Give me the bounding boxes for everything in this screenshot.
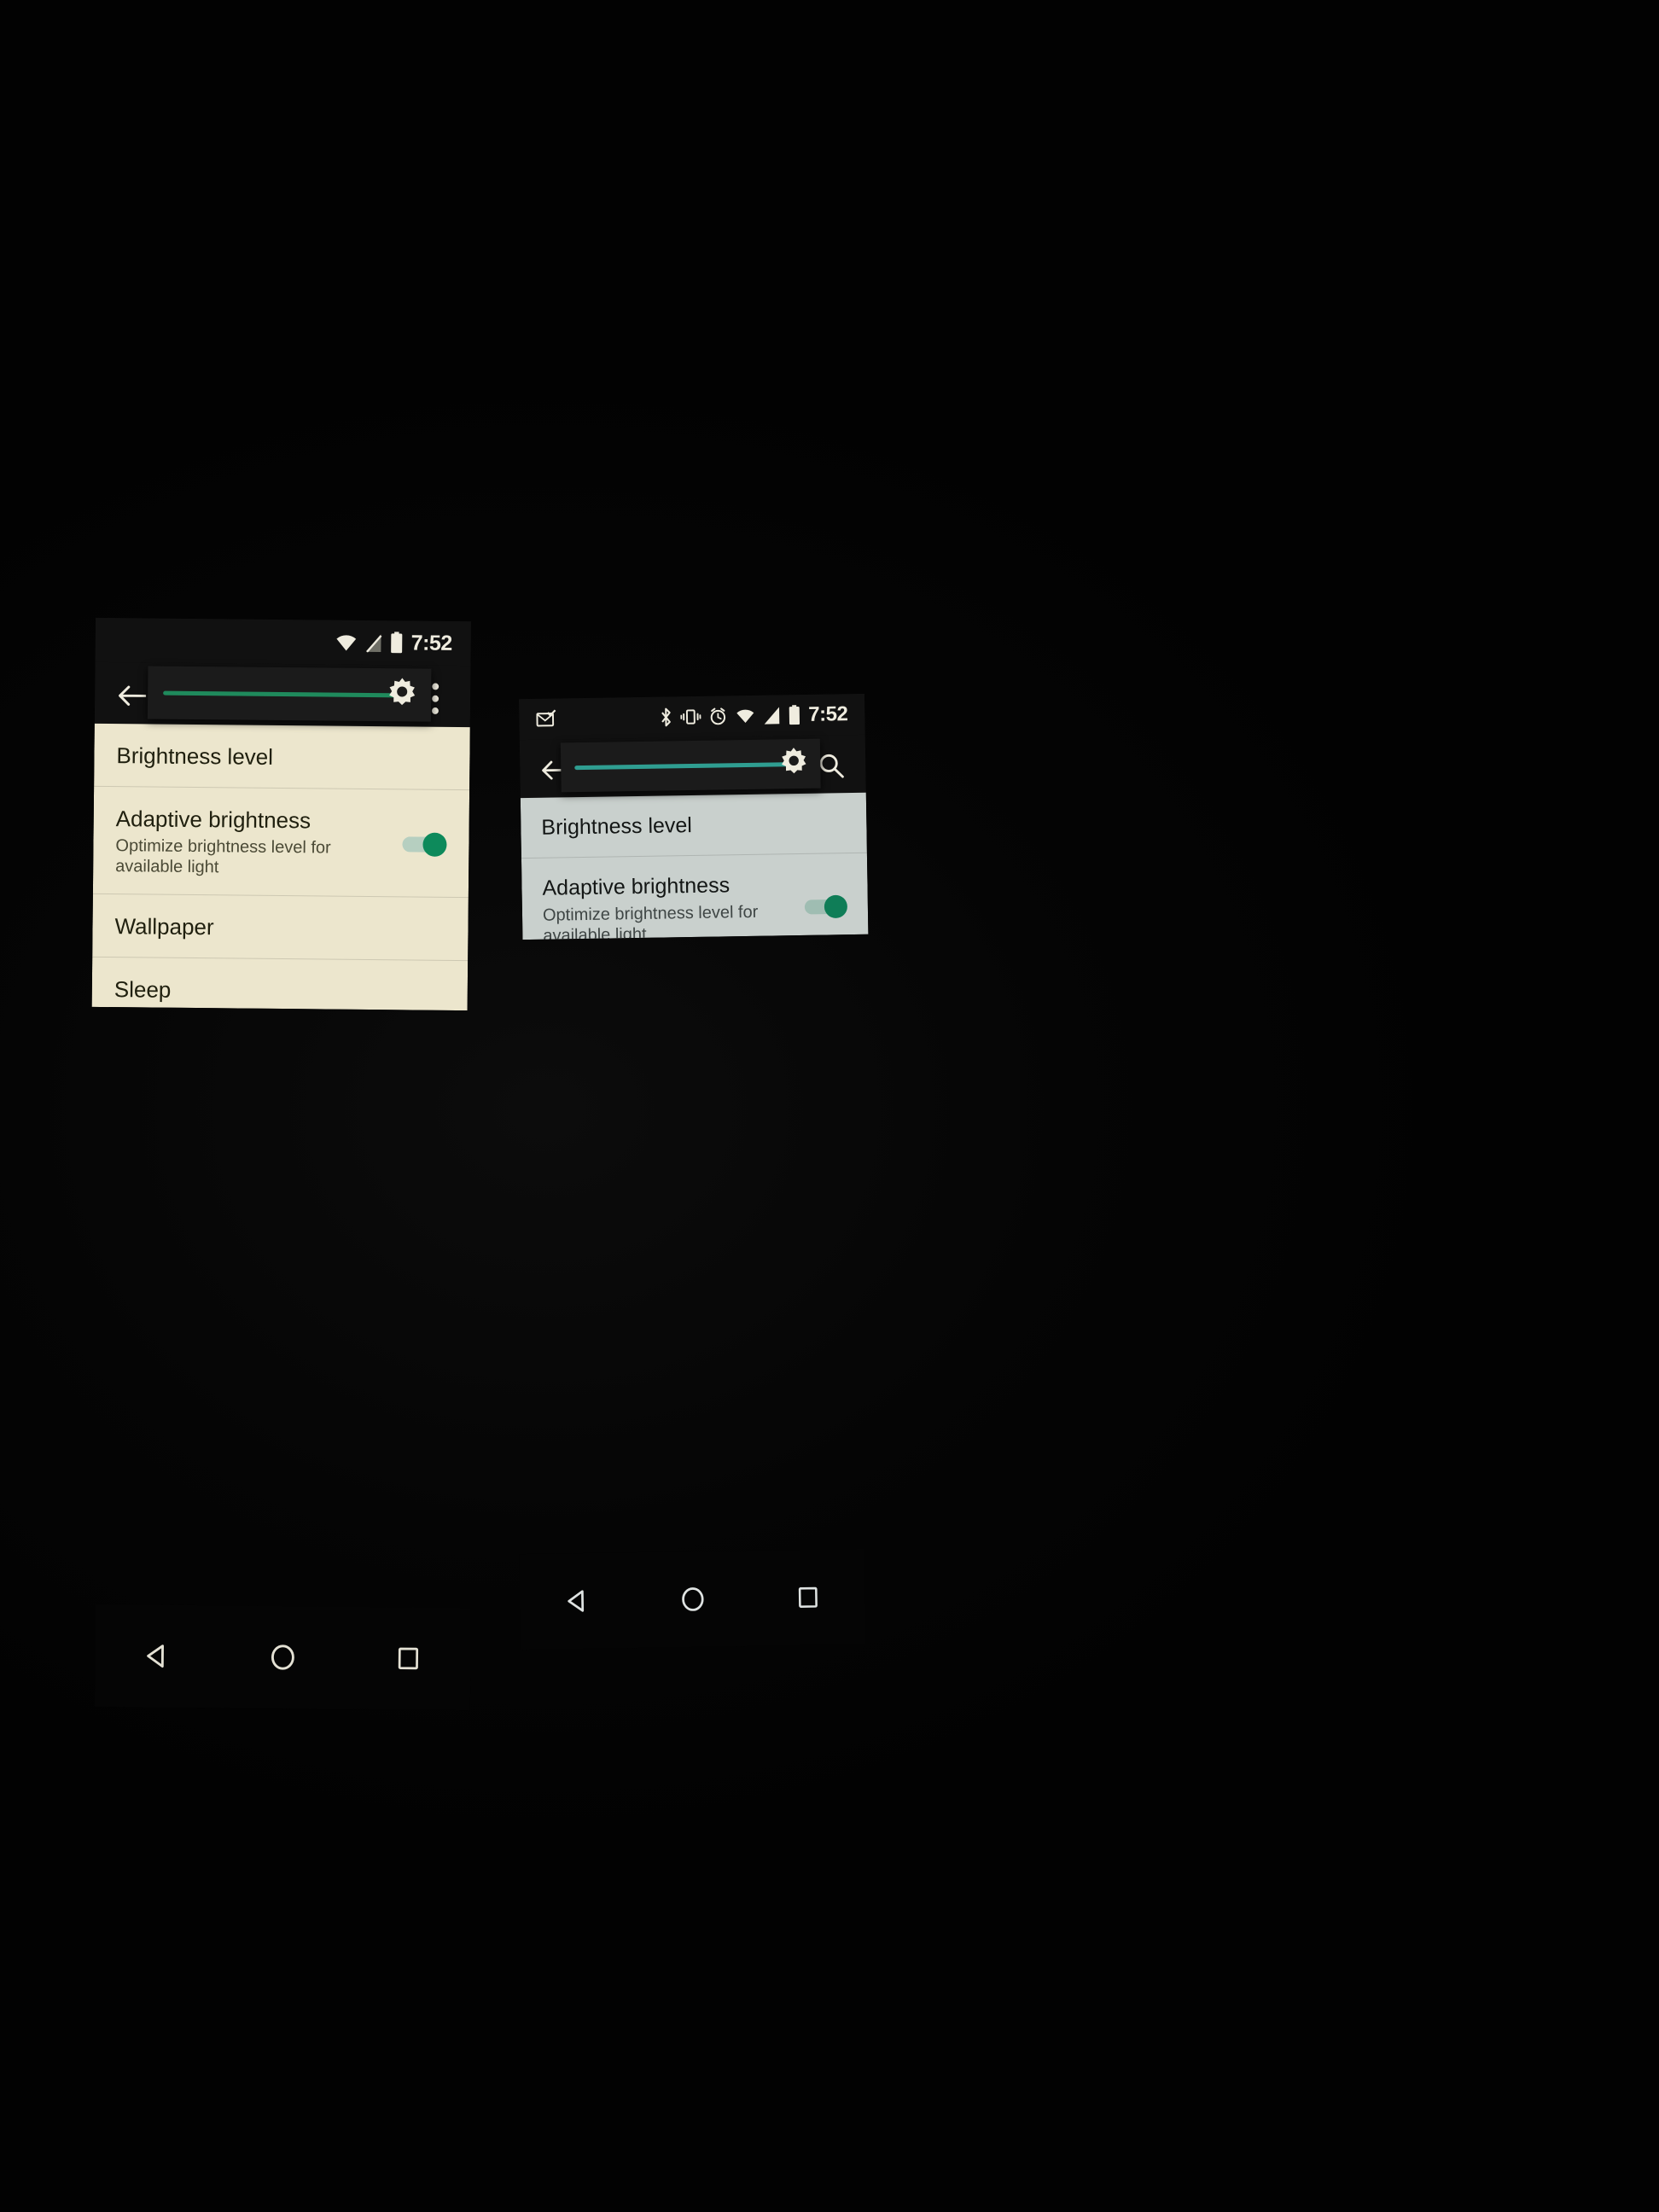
wifi-icon	[336, 635, 357, 651]
list-item[interactable]: Adaptive brightness Optimize brightness …	[92, 785, 470, 898]
row-title: Brightness level	[116, 742, 274, 770]
phone-left: 7:52 Brightness level Adaptive brightnes…	[91, 617, 471, 1011]
row-text: Brightness level	[116, 742, 447, 771]
toggle-knob	[422, 832, 447, 857]
mail-icon	[536, 709, 556, 727]
row-text: Adaptive brightness Optimize brightness …	[542, 871, 805, 940]
phone-right-brightness-popup[interactable]	[560, 738, 821, 793]
row-title: Adaptive brightness	[542, 872, 731, 900]
row-title: Brightness level	[541, 813, 693, 840]
phone-right-status-left-icons	[536, 709, 556, 728]
phone-right: 7:52 Brightness level Adaptive brightnes…	[519, 693, 869, 940]
brightness-slider[interactable]	[574, 748, 806, 774]
row-title: Sleep	[114, 976, 172, 1003]
phone-right-status-time: 7:52	[808, 702, 848, 726]
signal-off-icon	[365, 634, 382, 653]
phone-left-status-time: 7:52	[410, 630, 452, 655]
row-subtitle: Optimize brightness level for available …	[115, 836, 331, 877]
row-subtitle: Optimize brightness level for available …	[542, 902, 759, 940]
list-item[interactable]: Brightness level	[521, 793, 867, 858]
alarm-icon	[710, 707, 726, 725]
brightness-slider-fill	[163, 690, 403, 697]
toggle-knob	[824, 894, 848, 918]
battery-icon	[789, 705, 800, 725]
row-text: Sleep After 30 seconds of inactivity	[114, 976, 445, 1010]
phone-left-status-bar: 7:52	[95, 617, 471, 667]
phone-right-screen: 7:52 Brightness level Adaptive brightnes…	[519, 693, 869, 940]
row-control[interactable]	[804, 894, 848, 919]
home-nav-icon[interactable]	[220, 1641, 346, 1673]
list-item[interactable]: Adaptive brightness Optimize brightness …	[521, 852, 869, 940]
back-nav-icon[interactable]	[520, 1586, 636, 1616]
wifi-icon	[736, 709, 754, 724]
row-control[interactable]	[402, 831, 447, 857]
row-text: Brightness level	[541, 811, 846, 841]
phone-right-status-right-icons: 7:52	[659, 702, 848, 729]
brightness-sun-icon[interactable]	[385, 676, 419, 714]
phone-right-status-bar: 7:52	[519, 693, 865, 741]
battery-icon	[391, 632, 403, 654]
recents-nav-icon[interactable]	[750, 1583, 865, 1612]
row-text: Wallpaper	[114, 913, 445, 942]
brightness-sun-icon[interactable]	[777, 745, 811, 783]
list-item[interactable]: Sleep After 30 seconds of inactivity	[91, 956, 469, 1011]
back-nav-icon[interactable]	[95, 1640, 220, 1672]
home-nav-icon[interactable]	[635, 1584, 751, 1615]
phone-left-nav-bar[interactable]	[94, 1604, 471, 1711]
vibrate-icon	[680, 709, 701, 725]
bluetooth-icon	[661, 707, 671, 727]
brightness-slider-fill	[574, 761, 795, 770]
back-arrow-icon[interactable]	[112, 676, 151, 715]
row-title: Wallpaper	[114, 913, 214, 940]
recents-nav-icon[interactable]	[346, 1644, 471, 1674]
list-item[interactable]: Wallpaper	[92, 894, 469, 961]
photo-backdrop	[0, 0, 1659, 2212]
phone-right-nav-bar[interactable]	[519, 1548, 866, 1650]
phone-right-settings-list[interactable]: Brightness level Adaptive brightness Opt…	[520, 792, 869, 940]
phone-left-settings-list[interactable]: Brightness level Adaptive brightness Opt…	[91, 723, 470, 1011]
row-text: Adaptive brightness Optimize brightness …	[115, 806, 403, 880]
list-item[interactable]: Brightness level	[94, 724, 470, 789]
adaptive-brightness-toggle[interactable]	[804, 894, 848, 919]
adaptive-brightness-toggle[interactable]	[402, 831, 447, 857]
signal-icon	[764, 707, 780, 725]
brightness-slider[interactable]	[163, 678, 416, 706]
phone-left-status-right-icons: 7:52	[335, 630, 452, 655]
phone-left-screen: 7:52 Brightness level Adaptive brightnes…	[91, 617, 471, 1011]
phone-left-brightness-popup[interactable]	[147, 666, 432, 722]
row-title: Adaptive brightness	[115, 805, 311, 833]
